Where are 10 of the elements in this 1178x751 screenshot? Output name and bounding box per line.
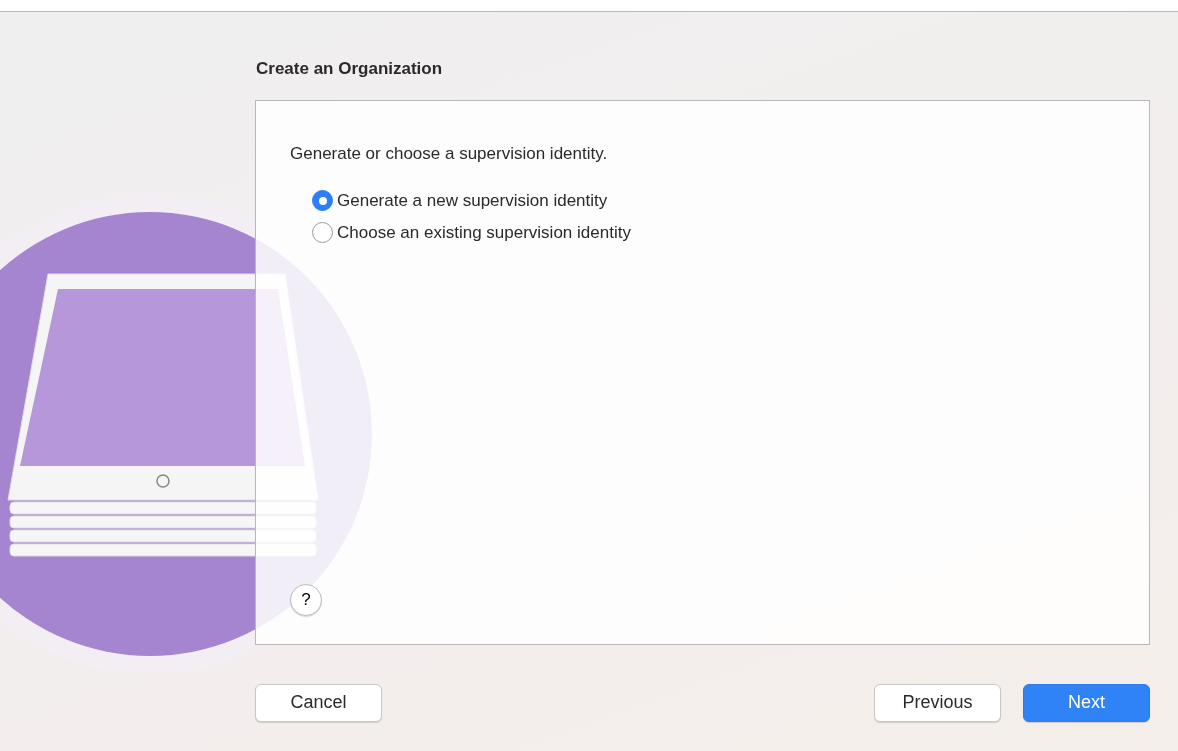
radio-button[interactable]	[312, 190, 333, 212]
cancel-button[interactable]: Cancel	[255, 683, 382, 722]
option-label[interactable]: Choose an existing supervision identity	[337, 219, 631, 245]
next-button[interactable]: Next	[1023, 683, 1150, 722]
previous-button[interactable]: Previous	[874, 683, 1001, 722]
help-button[interactable]: ?	[290, 583, 322, 616]
option-label[interactable]: Generate a new supervision identity	[337, 188, 608, 214]
radio-button[interactable]	[312, 221, 333, 243]
dialog-title: Create an Organization	[256, 58, 444, 80]
prompt-text: Generate or choose a supervision identity.	[290, 142, 609, 165]
